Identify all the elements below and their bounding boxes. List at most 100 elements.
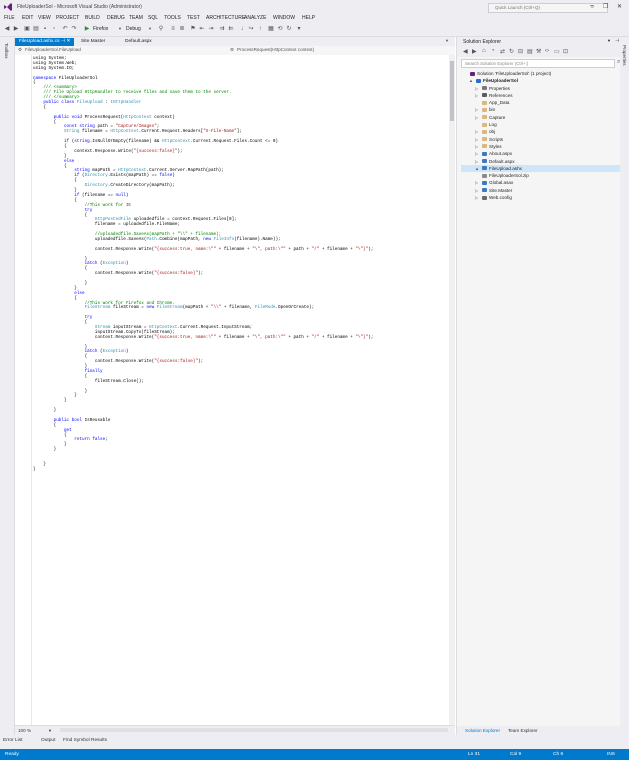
tab-overflow-chevron-down-icon[interactable]: ▼ (445, 38, 449, 43)
tab-team-explorer[interactable]: Team Explorer (508, 728, 538, 733)
next-bookmark-icon[interactable]: ⇥ (208, 26, 214, 32)
outdent-icon[interactable]: ⇇ (228, 26, 234, 32)
tab-find-symbol-results[interactable]: Find Symbol Results (63, 738, 107, 743)
chevron-down-icon[interactable]: ▼ (48, 728, 52, 733)
menu-analyze[interactable]: ANALYZE (244, 15, 266, 21)
start-debug-icon[interactable]: ▶ (84, 26, 90, 32)
menu-help[interactable]: HELP (302, 15, 315, 21)
menu-sql[interactable]: SQL (148, 15, 158, 21)
overflow-icon[interactable]: ▾ (296, 26, 302, 32)
menu-file[interactable]: FILE (4, 15, 15, 21)
minimize-icon[interactable]: – (590, 3, 593, 9)
tree-item[interactable]: ▷ Scripts (461, 136, 621, 143)
toolbox-strip[interactable]: Toolbox (0, 37, 15, 749)
step-out-icon[interactable]: ↑ (257, 26, 263, 32)
redo-icon[interactable]: ↷ (71, 26, 77, 32)
configuration-select[interactable]: Debug (126, 26, 141, 32)
tree-item[interactable]: ▷ Web.config (461, 194, 621, 201)
chevron-down-icon[interactable]: ▼ (117, 26, 123, 32)
forward-icon[interactable]: ▶ (13, 26, 19, 32)
scrollbar-thumb[interactable] (450, 61, 454, 121)
back-icon[interactable]: ◀ (463, 48, 468, 55)
menu-build[interactable]: BUILD (85, 15, 100, 21)
tree-item[interactable]: App_Data (461, 99, 621, 106)
uncomment-icon[interactable]: ≣ (179, 26, 185, 32)
expander-icon[interactable]: ▲ (469, 77, 473, 84)
refresh-icon[interactable]: ↻ (286, 26, 292, 32)
show-all-files-icon[interactable]: ▤ (527, 48, 533, 55)
tree-item[interactable]: ▷ References (461, 92, 621, 99)
new-project-icon[interactable]: ▣ (24, 26, 30, 32)
layout-icon[interactable]: ▦ (268, 26, 274, 32)
editor-horizontal-scrollbar[interactable] (60, 728, 448, 732)
tab-default-aspx[interactable]: Default.aspx (121, 38, 156, 46)
expander-icon[interactable]: ▷ (475, 158, 478, 165)
refresh-icon[interactable]: ↻ (509, 48, 514, 55)
tree-item[interactable]: ▲ FileUploaderSol (461, 77, 621, 84)
properties-icon[interactable]: ⚒ (536, 48, 541, 55)
back-icon[interactable]: ◀ (4, 26, 10, 32)
zoom-level[interactable]: 100 % (18, 728, 31, 733)
save-all-icon[interactable]: ▫ (51, 26, 57, 32)
sync-icon[interactable]: ⇄ (500, 48, 505, 55)
step-into-icon[interactable]: ↓ (239, 26, 245, 32)
tree-item[interactable]: ▷ Default.aspx (461, 158, 621, 165)
tab-solution-explorer[interactable]: Solution Explorer (465, 728, 500, 733)
properties-strip[interactable]: Properties (620, 37, 629, 735)
pending-changes-icon[interactable]: ◔ (491, 48, 495, 54)
tree-item[interactable]: ▷ Global.asax (461, 179, 621, 186)
home-icon[interactable]: ⌂ (482, 48, 486, 54)
expander-icon[interactable]: ▷ (475, 187, 478, 194)
tree-item[interactable]: ▷ Properties (461, 85, 621, 92)
menu-architecture[interactable]: ARCHITECTURE (206, 15, 245, 21)
expander-icon[interactable]: ▷ (475, 194, 478, 201)
menu-test[interactable]: TEST (187, 15, 200, 21)
preview-icon[interactable]: ⊡ (563, 48, 568, 55)
expander-icon[interactable]: ▲ (475, 165, 479, 172)
find-icon[interactable]: ⚲ (158, 26, 164, 32)
collapse-all-icon[interactable]: ⊟ (518, 48, 523, 55)
code-lines[interactable]: using System; using System.Web; using Syst… (33, 56, 453, 473)
expander-icon[interactable]: ▷ (475, 106, 478, 113)
expander-icon[interactable]: ▷ (475, 128, 478, 135)
browser-link-icon[interactable]: ⟲ (277, 26, 283, 32)
member-dropdown[interactable]: ProcessRequest(HttpContext context) (237, 47, 314, 52)
editor-vertical-scrollbar[interactable] (449, 55, 455, 725)
restore-icon[interactable]: ❐ (603, 3, 608, 10)
tree-item[interactable]: ▷ Site.Master (461, 187, 621, 194)
menu-tools[interactable]: TOOLS (164, 15, 181, 21)
tree-item[interactable]: ▷ obj (461, 128, 621, 135)
tree-item[interactable]: Solution 'FileUploaderSol' (1 project) (461, 70, 621, 77)
menu-window[interactable]: WINDOW (273, 15, 295, 21)
expander-icon[interactable]: ▷ (475, 143, 478, 150)
tree-item[interactable]: ▷ bin (461, 106, 621, 113)
menu-team[interactable]: TEAM (129, 15, 143, 21)
menu-view[interactable]: VIEW (38, 15, 51, 21)
close-icon[interactable]: ✕ (617, 3, 622, 10)
solution-explorer-search-input[interactable]: Search Solution Explorer (Ctrl+;) (461, 59, 615, 68)
tree-item[interactable]: ▷ About.aspx (461, 150, 621, 157)
tab-output[interactable]: Output (41, 738, 55, 743)
pin-icon[interactable]: ⊣ (61, 39, 65, 44)
step-over-icon[interactable]: ↪ (248, 26, 254, 32)
chevron-down-icon[interactable]: ▼ (607, 38, 611, 43)
save-icon[interactable]: ▪ (42, 26, 48, 32)
menu-edit[interactable]: EDIT (22, 15, 33, 21)
view-designer-icon[interactable]: ▭ (554, 48, 560, 55)
menu-debug[interactable]: DEBUG (107, 15, 125, 21)
tree-item[interactable]: ▲ FileUpload.ashx (461, 164, 621, 173)
prev-bookmark-icon[interactable]: ⇤ (199, 26, 205, 32)
type-dropdown[interactable]: FileUploaderSol.FileUpload (25, 47, 81, 52)
expander-icon[interactable]: ▷ (475, 85, 478, 92)
tab-fileupload-ashx-cs[interactable]: FileUpload.ashx.cs ⊣ ✕ (15, 38, 75, 46)
tree-item[interactable]: ▷ Styles (461, 143, 621, 150)
tab-site-master[interactable]: Site.Master (77, 38, 109, 46)
expander-icon[interactable]: ▷ (475, 136, 478, 143)
view-code-icon[interactable]: ‹› (545, 48, 549, 54)
menu-project[interactable]: PROJECT (56, 15, 79, 21)
code-line[interactable]: } (33, 467, 453, 473)
expander-icon[interactable]: ▷ (475, 179, 478, 186)
expander-icon[interactable]: ▷ (475, 114, 478, 121)
forward-icon[interactable]: ▶ (472, 48, 477, 55)
chevron-down-icon[interactable]: ▼ (147, 26, 153, 32)
